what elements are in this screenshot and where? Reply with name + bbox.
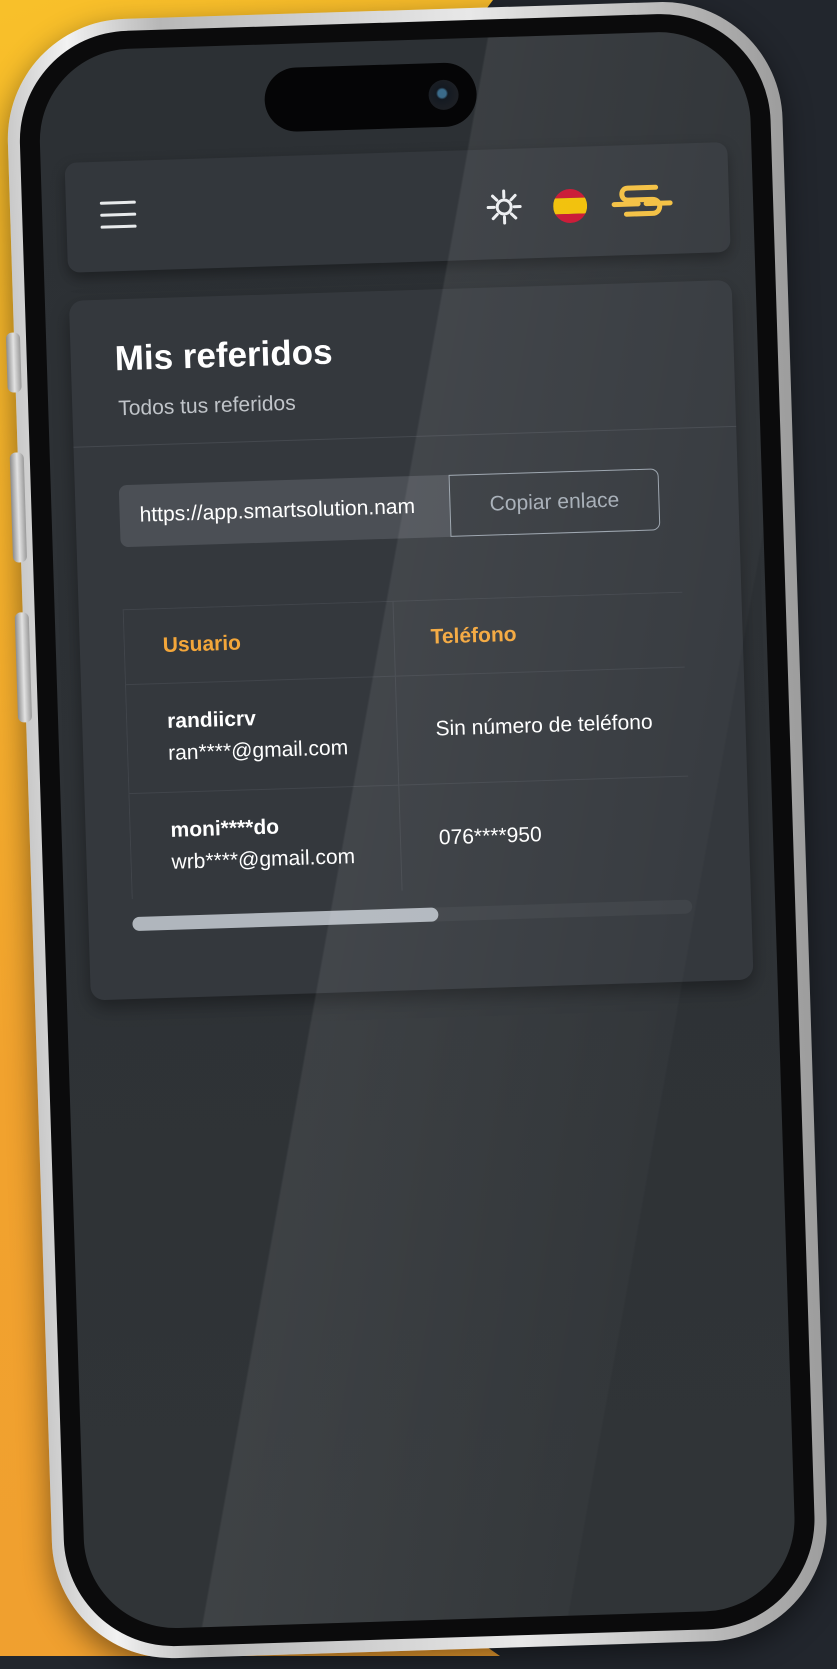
referral-link-input[interactable] (119, 475, 451, 547)
page-title: Mis referidos (114, 333, 333, 380)
phone-screen: Mis referidos Todos tus referidos Copiar… (37, 29, 797, 1631)
page-subtitle: Todos tus referidos (118, 392, 296, 422)
app-header (65, 142, 731, 273)
smart-solution-logo[interactable] (609, 179, 675, 231)
user-cell: randiicrv ran****@gmail.com (125, 676, 398, 793)
scrollbar-thumb[interactable] (132, 907, 438, 931)
user-name: moni****do (170, 812, 399, 843)
dynamic-island (264, 62, 478, 133)
table-row: moni****do wrb****@gmail.com 076****950 (129, 775, 692, 899)
camera-icon (428, 79, 459, 110)
user-email: wrb****@gmail.com (171, 844, 400, 875)
sun-icon[interactable] (486, 188, 523, 225)
table-row: randiicrv ran****@gmail.com Sin número d… (125, 666, 691, 794)
phone-mockup: Mis referidos Todos tus referidos Copiar… (0, 0, 837, 1669)
menu-icon[interactable] (100, 201, 137, 230)
spain-flag-icon[interactable] (553, 188, 588, 223)
user-name: randiicrv (167, 703, 396, 734)
user-email: ran****@gmail.com (168, 735, 397, 766)
referrals-table-wrap: Usuario Teléfono randiicrv ran****@gmail… (123, 592, 692, 899)
copy-link-button[interactable]: Copiar enlace (449, 468, 661, 537)
user-cell: moni****do wrb****@gmail.com (129, 785, 402, 899)
column-header-phone: Teléfono (393, 592, 691, 677)
phone-cell: 076****950 (399, 775, 692, 894)
referrals-table: Usuario Teléfono randiicrv ran****@gmail… (123, 592, 692, 899)
column-header-user: Usuario (123, 601, 395, 684)
divider (73, 426, 736, 448)
referrals-card: Mis referidos Todos tus referidos Copiar… (69, 280, 754, 1000)
phone-cell: Sin número de teléfono (395, 666, 691, 785)
table-scrollbar[interactable] (132, 899, 692, 931)
phone-mute-switch (6, 332, 22, 392)
